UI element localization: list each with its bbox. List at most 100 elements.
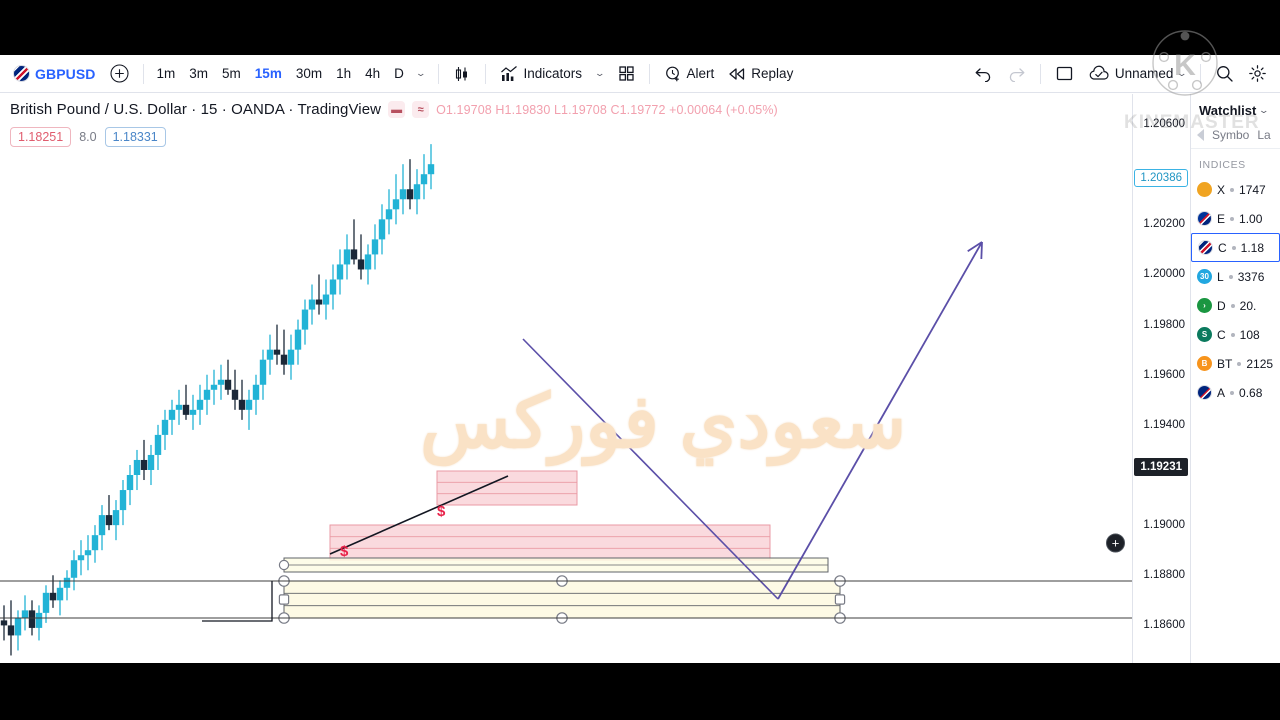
candle: [140, 439, 148, 481]
chevron-down-icon[interactable]: ⌄: [1258, 105, 1269, 116]
symbol-label: GBPUSD: [35, 65, 96, 82]
templates-button[interactable]: [611, 60, 642, 88]
price-tick: 1.19800: [1143, 318, 1185, 331]
market-status-dot: [1230, 390, 1235, 395]
bullish-projection-arrow: [777, 241, 983, 600]
timeframe-more-button[interactable]: ⌄: [410, 60, 432, 88]
watchlist-last-price: 1.00: [1239, 211, 1263, 226]
watchlist-row[interactable]: E 1.00: [1191, 204, 1280, 233]
timeframe-1m[interactable]: 1m: [151, 61, 182, 87]
candle: [252, 374, 260, 415]
timeframe-1h[interactable]: 1h: [330, 61, 357, 87]
candlestick-icon: [453, 65, 471, 83]
candle: [322, 279, 330, 320]
watchlist-last-price: 108: [1239, 327, 1260, 342]
resize-handle: [834, 594, 846, 605]
left-connector-line: [202, 581, 273, 622]
cloud-check-icon: [1088, 65, 1110, 82]
watchlist-symbol: BT: [1217, 356, 1233, 371]
watchlist-row[interactable]: C 1.18: [1191, 233, 1280, 262]
candle: [343, 234, 351, 280]
watchlist-last-price: 2125: [1246, 356, 1274, 371]
gbp-usd-flag-icon: [1198, 240, 1213, 255]
candle: [413, 169, 421, 215]
chart-type-button[interactable]: [446, 60, 478, 88]
watchlist-panel: Watchlist ⌄ Symbo La INDICES X 1747 E 1.00 C…: [1190, 94, 1280, 663]
candle: [287, 334, 295, 380]
indicators-dropdown-button[interactable]: ⌄: [589, 60, 611, 88]
symbol-button[interactable]: GBPUSD: [6, 60, 103, 88]
timeframe-15m[interactable]: 15m: [249, 61, 288, 87]
timeframe-30m[interactable]: 30m: [290, 61, 328, 87]
market-status-dot: [1237, 361, 1242, 366]
chevron-down-icon: ⌄: [594, 68, 606, 78]
candle: [308, 284, 316, 325]
timeframe-3m[interactable]: 3m: [183, 61, 214, 87]
watchlist-symbol: D: [1217, 298, 1226, 313]
candle-layer: [0, 144, 435, 656]
candle: [217, 364, 225, 400]
candle: [189, 394, 197, 430]
column-last[interactable]: La: [1257, 128, 1270, 142]
replay-label: Replay: [751, 66, 794, 81]
undo-arrow-icon: [974, 66, 993, 82]
price-tick: 1.18800: [1143, 569, 1185, 582]
dollar-marker-upper: $: [437, 503, 446, 520]
candle: [392, 174, 400, 225]
dow-30-icon: 30: [1197, 269, 1212, 284]
watchlist-row[interactable]: X 1747: [1191, 175, 1280, 204]
selection-handles-thin: [278, 559, 290, 571]
candle: [210, 369, 218, 405]
candle: [175, 389, 183, 425]
add-alert-plus-icon[interactable]: +: [1106, 533, 1125, 553]
price-scale[interactable]: 1.20600 1.20200 1.20000 1.19800 1.19600 1.194…: [1132, 94, 1190, 663]
redo-button[interactable]: [1000, 60, 1033, 88]
watchlist-column-header: Symbo La: [1191, 124, 1280, 149]
candle: [42, 585, 50, 623]
candle: [133, 449, 141, 491]
alarm-clock-plus-icon: [664, 65, 682, 83]
timeframe-D[interactable]: D: [388, 61, 410, 87]
candle: [231, 369, 239, 410]
chart-canvas[interactable]: سعودي فوركس $ $: [0, 94, 1132, 663]
candle: [273, 324, 281, 365]
candle: [14, 610, 22, 651]
alert-button[interactable]: Alert: [657, 60, 722, 88]
timeframe-4h[interactable]: 4h: [359, 61, 386, 87]
watchlist-row[interactable]: › D 20.: [1191, 291, 1280, 320]
toolbar-divider: [485, 63, 487, 84]
candle: [406, 159, 414, 210]
toolbar-divider: [438, 63, 440, 84]
settings-button[interactable]: [1241, 60, 1274, 88]
plus-circle-icon: [109, 64, 129, 83]
candle: [49, 575, 57, 608]
watchlist-symbol: C: [1217, 327, 1226, 342]
column-symbol[interactable]: Symbo: [1212, 128, 1249, 142]
grid-templates-icon: [618, 65, 635, 82]
watchlist-row[interactable]: B BT 2125: [1191, 349, 1280, 378]
price-tick: 1.20000: [1143, 268, 1185, 281]
dollar-index-icon: S: [1197, 327, 1212, 342]
candle: [84, 535, 92, 571]
market-status-dot: [1230, 303, 1235, 308]
timeframe-5m[interactable]: 5m: [216, 61, 247, 87]
watchlist-row[interactable]: A 0.68: [1191, 378, 1280, 407]
collapse-panel-icon[interactable]: [1197, 129, 1204, 141]
watchlist-row[interactable]: S C 108: [1191, 320, 1280, 349]
candle: [224, 359, 232, 395]
price-tick: 1.18600: [1143, 619, 1185, 632]
replay-button[interactable]: Replay: [721, 60, 800, 88]
top-letterbox-bar: [0, 0, 1280, 55]
market-status-dot: [1231, 245, 1236, 250]
top-toolbar: GBPUSD 1m 3m 5m 15m 30m 1h 4h D ⌄ Indica…: [0, 55, 1280, 93]
layout-button[interactable]: [1048, 60, 1081, 88]
watchlist-row[interactable]: 30 L 3376: [1191, 262, 1280, 291]
candle: [0, 605, 8, 641]
add-symbol-button[interactable]: [103, 60, 136, 88]
undo-button[interactable]: [967, 60, 1000, 88]
gear-icon: [1248, 64, 1267, 83]
candle: [266, 334, 274, 375]
indicators-button[interactable]: Indicators: [493, 60, 589, 88]
candle: [119, 480, 127, 526]
candle: [56, 580, 64, 616]
